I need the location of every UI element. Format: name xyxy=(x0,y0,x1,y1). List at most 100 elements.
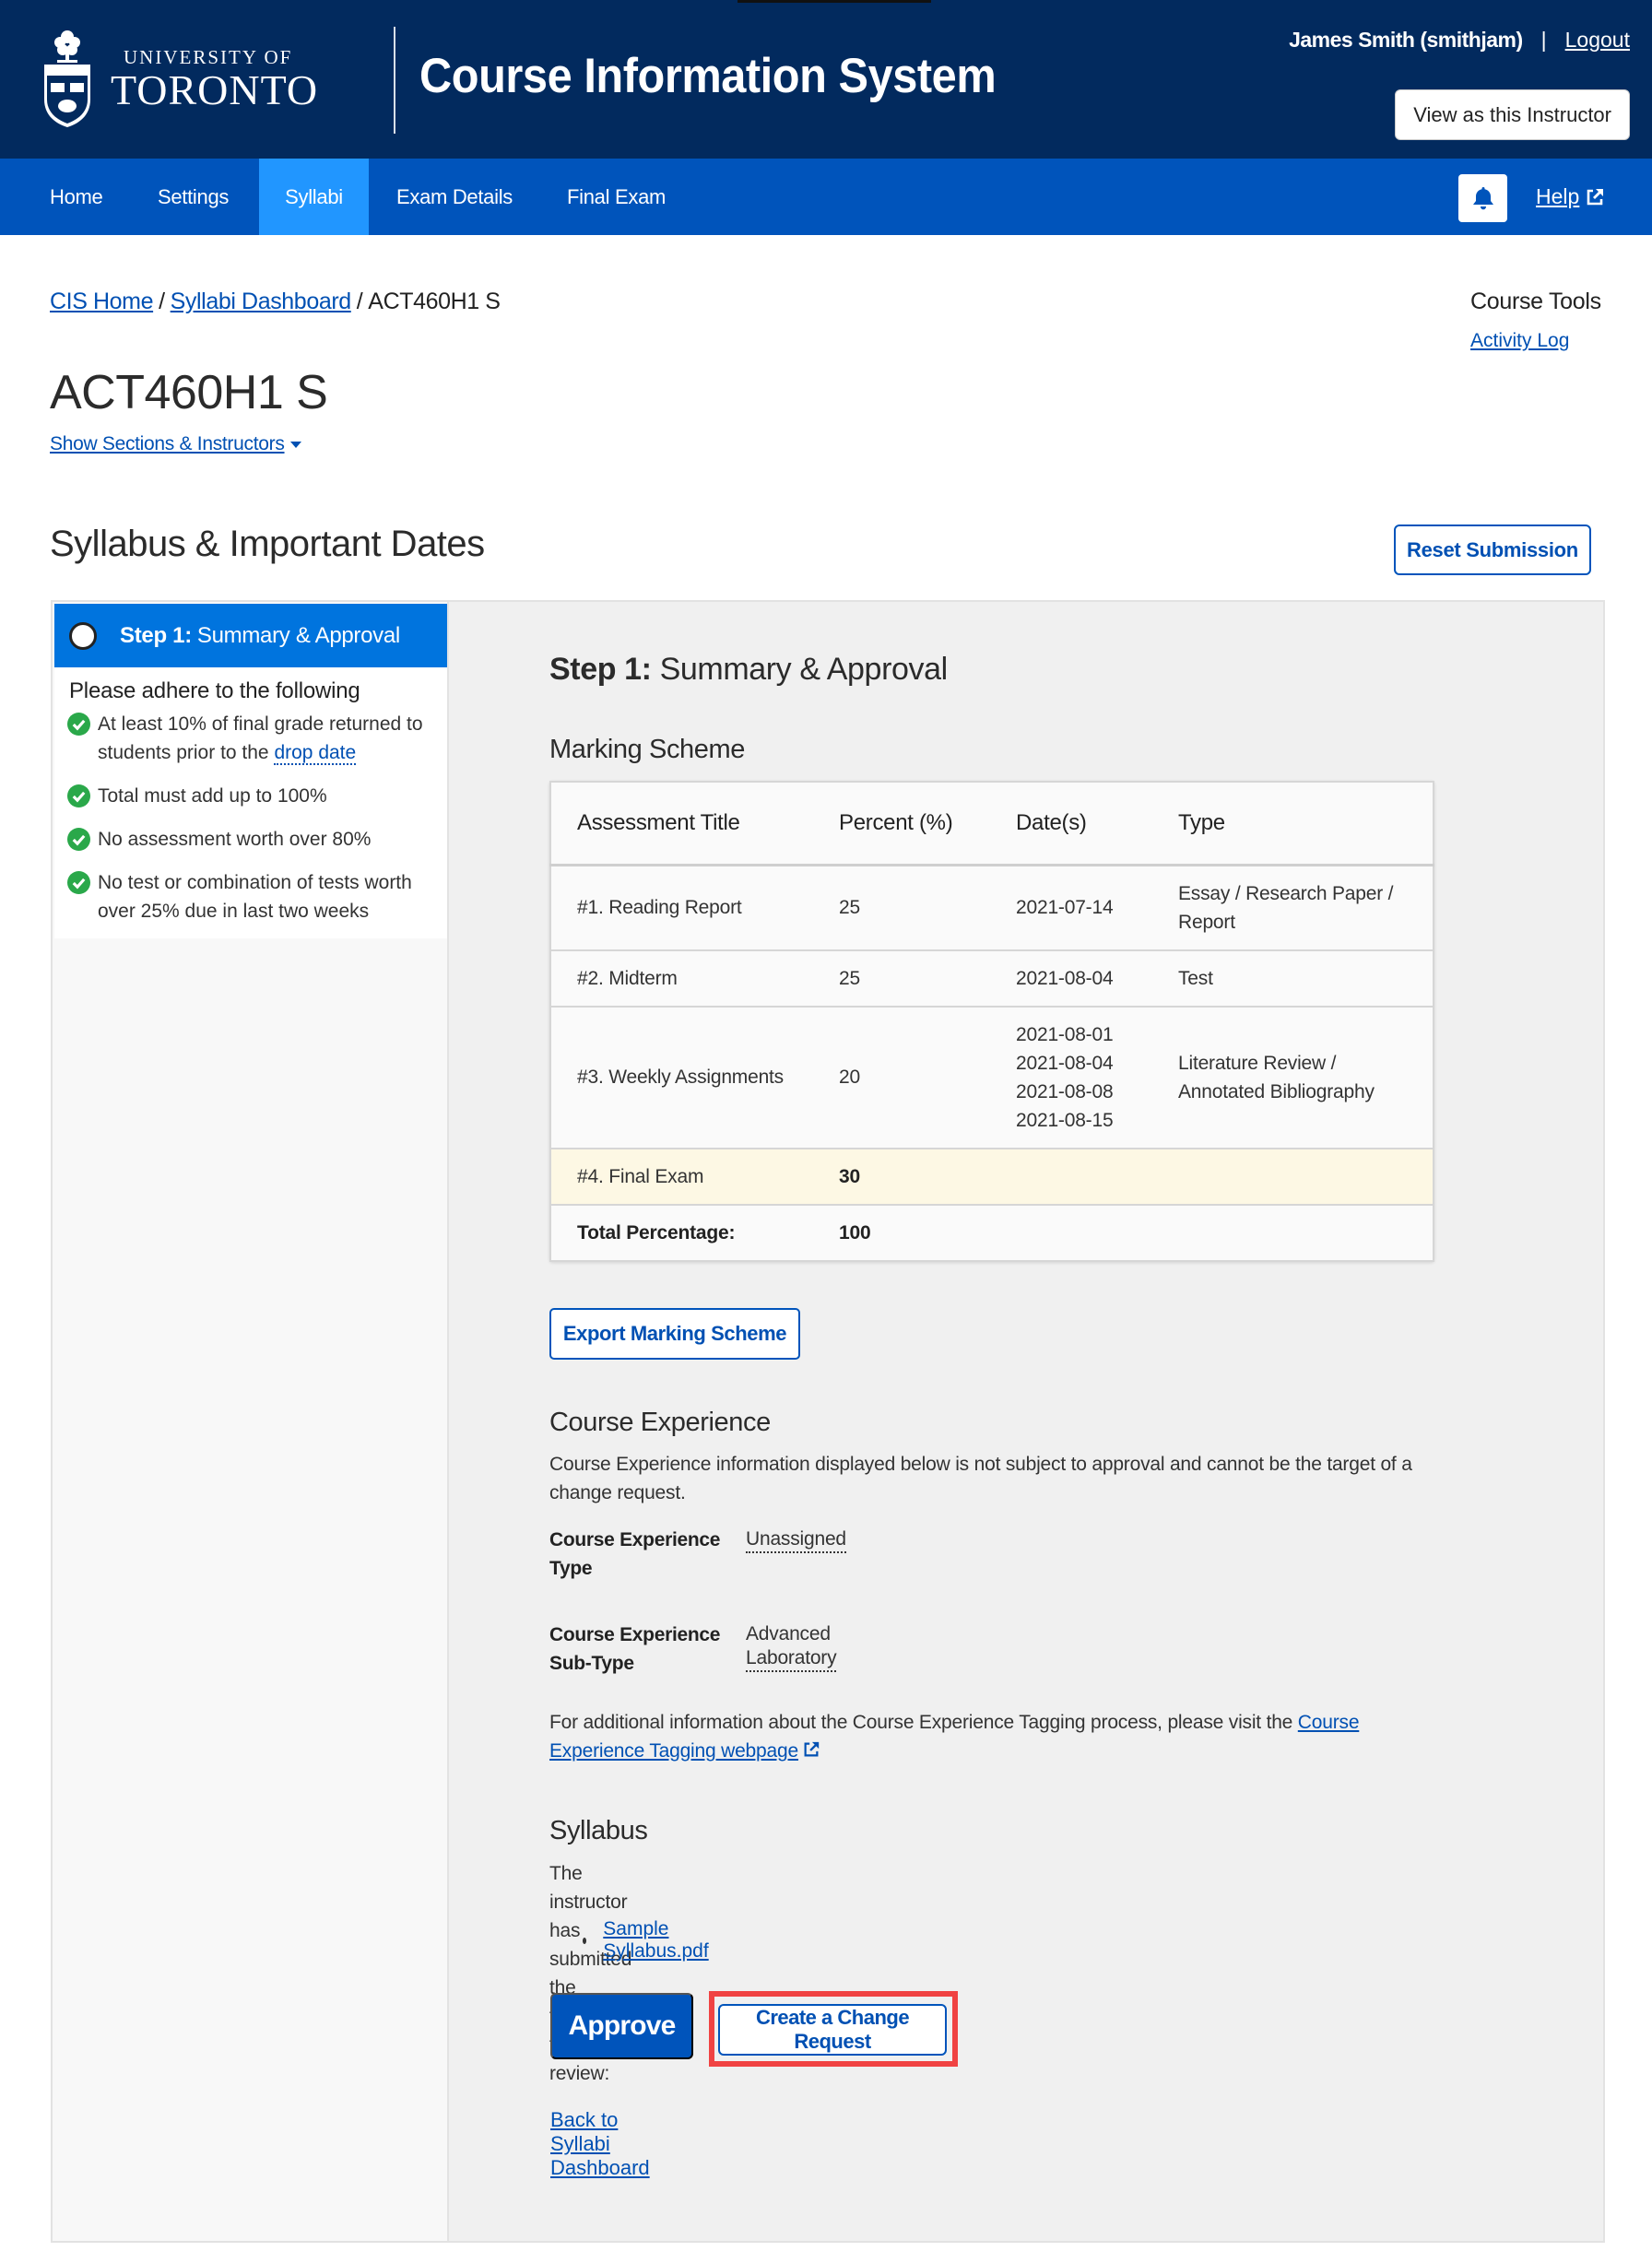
breadcrumb: CIS Home / Syllabi Dashboard / ACT460H1 S xyxy=(50,289,501,315)
assessment-title: #2. Midterm xyxy=(550,949,839,1007)
empty-cell xyxy=(1016,1203,1178,1261)
assessment-type: Test xyxy=(1178,949,1434,1007)
table-row: #3. Weekly Assignments 20 2021-08-01 202… xyxy=(550,1005,1434,1149)
logo-text: UNIVERSITY OF TORONTO xyxy=(111,46,318,112)
column-header: Percent (%) xyxy=(839,782,1016,866)
table-row-highlighted: #4. Final Exam 30 xyxy=(550,1147,1434,1205)
caret-down-icon xyxy=(289,441,301,448)
step-1-tab[interactable]: Step 1: Summary & Approval xyxy=(54,604,447,667)
requirement-item: At least 10% of final grade returned to … xyxy=(67,710,434,767)
course-experience-title: Course Experience xyxy=(549,1408,771,1437)
user-separator: | xyxy=(1540,28,1547,52)
nav-settings[interactable]: Settings xyxy=(134,159,253,235)
top-strip xyxy=(738,0,931,3)
assessment-percent: 25 xyxy=(839,864,1016,950)
step-prefix: Step 1: xyxy=(120,622,192,648)
table-header-row: Assessment Title Percent (%) Date(s) Typ… xyxy=(550,782,1434,866)
requirements-box: Please adhere to the following At least … xyxy=(54,667,447,938)
breadcrumb-syllabi-dashboard[interactable]: Syllabi Dashboard xyxy=(171,289,351,314)
approve-button[interactable]: Approve xyxy=(550,1993,693,2059)
assessment-date: 2021-08-04 xyxy=(1016,1052,1114,1074)
section-title: Syllabus & Important Dates xyxy=(50,524,485,564)
empty-cell xyxy=(1178,1203,1434,1261)
assessment-date: 2021-08-15 xyxy=(1016,1109,1114,1131)
requirement-text: No test or combination of tests worth ov… xyxy=(98,872,412,922)
notifications-button[interactable] xyxy=(1458,174,1507,222)
info-text: For additional information about the Cou… xyxy=(549,1712,1298,1733)
view-as-instructor-button[interactable]: View as this Instructor xyxy=(1395,89,1630,140)
header-divider xyxy=(394,27,395,134)
assessment-type xyxy=(1178,1147,1434,1205)
help-link-wrapper: Help xyxy=(1536,184,1605,209)
requirements-title: Please adhere to the following xyxy=(69,678,360,703)
external-link-icon xyxy=(1587,188,1604,205)
assessment-dates: 2021-08-01 2021-08-04 2021-08-08 2021-08… xyxy=(1016,1005,1178,1149)
course-experience-description: Course Experience information displayed … xyxy=(549,1454,1412,1503)
syllabus-file-list: Sample Syllabus.pdf xyxy=(549,1918,711,1962)
steps-sidebar: Step 1: Summary & Approval Please adhere… xyxy=(53,602,449,2241)
column-header: Date(s) xyxy=(1016,782,1178,866)
assessment-date: 2021-08-08 xyxy=(1016,1080,1114,1102)
assessment-percent: 25 xyxy=(839,949,1016,1007)
step-heading: Step 1: Summary & Approval xyxy=(549,652,948,688)
reset-submission-button[interactable]: Reset Submission xyxy=(1394,524,1591,575)
user-info: James Smith (smithjam) | Logout xyxy=(1289,28,1630,53)
marking-scheme-table: Assessment Title Percent (%) Date(s) Typ… xyxy=(549,781,1434,1262)
column-header: Assessment Title xyxy=(550,782,839,866)
assessment-percent: 30 xyxy=(839,1147,1016,1205)
back-to-dashboard-link[interactable]: Back to Syllabi Dashboard xyxy=(550,2108,650,2180)
main-nav: Home Settings Syllabi Exam Details Final… xyxy=(0,159,1652,235)
bullet xyxy=(583,1937,587,1944)
check-circle-icon xyxy=(67,871,90,894)
step-label: Summary & Approval xyxy=(196,622,400,648)
assessment-date xyxy=(1016,1147,1178,1205)
nav-syllabi[interactable]: Syllabi xyxy=(259,159,369,235)
check-circle-icon xyxy=(67,828,90,851)
course-experience-subtype-label: Course Experience Sub-Type xyxy=(549,1624,721,1674)
site-header: UNIVERSITY OF TORONTO Course Information… xyxy=(0,0,1652,159)
course-title: ACT460H1 S xyxy=(50,366,328,419)
assessment-title: #3. Weekly Assignments xyxy=(550,1005,839,1149)
marking-scheme-title: Marking Scheme xyxy=(549,735,745,764)
requirement-item: No test or combination of tests worth ov… xyxy=(67,868,434,925)
requirement-text: Total must add up to 100% xyxy=(98,785,327,807)
course-experience-type-value: Unassigned xyxy=(746,1527,846,1553)
total-label: Total Percentage: xyxy=(550,1203,839,1261)
external-link-icon xyxy=(804,1741,820,1757)
app-title: Course Information System xyxy=(419,49,997,103)
assessment-date: 2021-07-14 xyxy=(1016,864,1178,950)
bell-icon xyxy=(1472,187,1493,210)
activity-log-link[interactable]: Activity Log xyxy=(1470,330,1569,352)
course-experience-subtype-value: Advanced Laboratory xyxy=(746,1622,837,1672)
university-logo[interactable]: UNIVERSITY OF TORONTO xyxy=(42,26,337,132)
column-header: Type xyxy=(1178,782,1434,866)
export-marking-scheme-button[interactable]: Export Marking Scheme xyxy=(549,1308,800,1360)
create-change-request-button[interactable]: Create a Change Request xyxy=(718,2004,947,2056)
step-heading-label: Summary & Approval xyxy=(659,652,949,687)
nav-home[interactable]: Home xyxy=(26,159,127,235)
assessment-date: 2021-08-04 xyxy=(1016,949,1178,1007)
drop-date-link[interactable]: drop date xyxy=(274,742,357,765)
requirement-text: No assessment worth over 80% xyxy=(98,829,372,850)
show-sections-link[interactable]: Show Sections & Instructors xyxy=(50,433,285,455)
syllabus-file-link[interactable]: Sample Syllabus.pdf xyxy=(603,1918,711,1962)
logout-link[interactable]: Logout xyxy=(1565,28,1630,53)
assessment-type: Literature Review / Annotated Bibliograp… xyxy=(1178,1005,1434,1149)
logo-line-2: TORONTO xyxy=(111,66,319,113)
show-sections-toggle[interactable]: Show Sections & Instructors xyxy=(50,433,301,455)
help-link[interactable]: Help xyxy=(1536,184,1579,209)
nav-exam-details[interactable]: Exam Details xyxy=(372,159,537,235)
requirement-item: Total must add up to 100% xyxy=(67,782,434,810)
check-circle-icon xyxy=(67,713,90,736)
nav-final-exam[interactable]: Final Exam xyxy=(543,159,690,235)
breadcrumb-cis-home[interactable]: CIS Home xyxy=(50,289,154,314)
user-name: James Smith (smithjam) xyxy=(1289,28,1523,52)
assessment-type: Essay / Research Paper / Report xyxy=(1178,864,1434,950)
assessment-date: 2021-08-01 xyxy=(1016,1023,1114,1045)
course-experience-info: For additional information about the Cou… xyxy=(549,1708,1453,1765)
table-row: #1. Reading Report 25 2021-07-14 Essay /… xyxy=(550,864,1434,950)
step-status-radio-icon xyxy=(69,621,97,650)
table-row: #2. Midterm 25 2021-08-04 Test xyxy=(550,949,1434,1007)
step-heading-prefix: Step 1: xyxy=(549,652,652,687)
syllabus-title: Syllabus xyxy=(549,1816,648,1845)
